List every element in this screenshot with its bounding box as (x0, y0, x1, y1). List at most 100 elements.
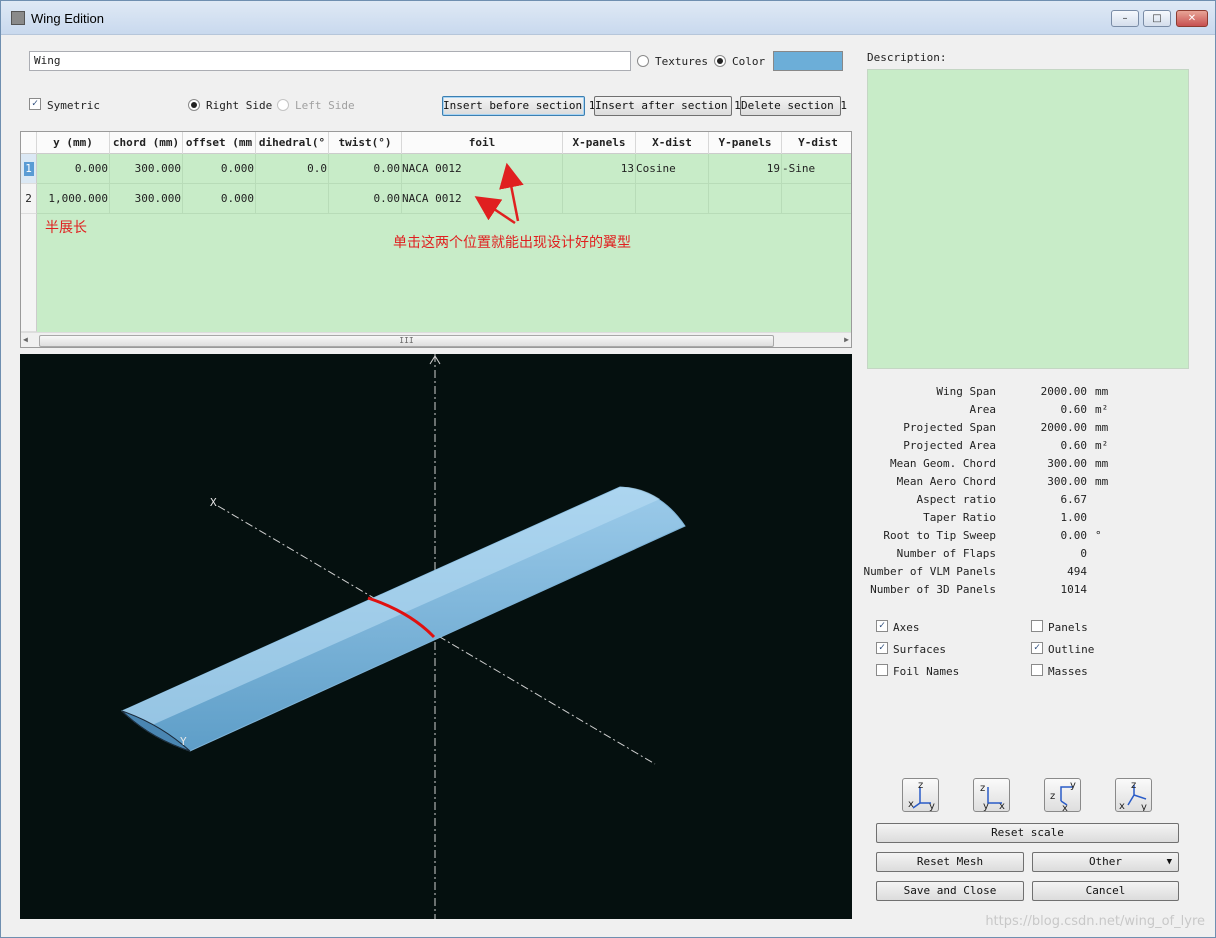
axis-letter: y (1141, 802, 1147, 811)
header-y-dist[interactable]: Y-dist (782, 132, 851, 154)
view-iso-button[interactable]: z x y (902, 778, 939, 812)
header-x-panels[interactable]: X-panels (563, 132, 636, 154)
stat-unit: mm (1095, 475, 1109, 488)
header-corner (21, 132, 37, 154)
right-side-label: Right Side (206, 99, 273, 112)
stat-unit: m² (1095, 439, 1109, 452)
description-textarea[interactable] (867, 69, 1189, 369)
stat-value: 2000.00 (1040, 421, 1087, 434)
stat-label: Root to Tip Sweep (883, 529, 996, 542)
maximize-button[interactable]: □ (1143, 10, 1171, 27)
header-y[interactable]: y (mm) (37, 132, 110, 154)
view-3d-button[interactable]: z x y (1115, 778, 1152, 813)
row-header-2[interactable]: 2 (21, 184, 37, 214)
header-x-dist[interactable]: X-dist (636, 132, 709, 154)
cell-y[interactable]: 1,000.000 (37, 184, 110, 214)
insert-after-button[interactable]: Insert after section 1 (594, 96, 741, 116)
color-radio[interactable] (714, 55, 726, 67)
left-side-label: Left Side (295, 99, 355, 112)
symetric-checkbox[interactable]: ✓ (29, 98, 41, 110)
other-dropdown-button[interactable]: Other ▼ (1032, 852, 1179, 872)
axis-letter: y (929, 801, 935, 811)
axis-letter: z (980, 783, 985, 794)
stat-label: Aspect ratio (916, 493, 996, 506)
cell-chord[interactable]: 300.000 (110, 184, 183, 214)
scroll-left-arrow-icon[interactable]: ◀ (23, 335, 28, 344)
header-twist[interactable]: twist(°) (329, 132, 402, 154)
masses-checkbox[interactable] (1031, 664, 1043, 676)
stat-value: 0.60 (1060, 439, 1088, 452)
stat-value: 1.00 (1060, 511, 1088, 524)
cell-x-panels[interactable] (563, 184, 636, 214)
axes-checkbox[interactable]: ✓ (876, 620, 888, 632)
cell-y-dist[interactable] (782, 184, 851, 214)
stat-value: 6.67 (1060, 493, 1088, 506)
3d-wing-viewer[interactable]: X Y (20, 354, 852, 919)
annotation-click-hint: 单击这两个位置就能出现设计好的翼型 (393, 235, 631, 251)
right-side-radio[interactable] (188, 99, 200, 111)
header-y-panels[interactable]: Y-panels (709, 132, 782, 154)
axes-xyz-icon: z x y (908, 780, 935, 812)
close-button[interactable]: ✕ (1176, 10, 1208, 27)
reset-mesh-button[interactable]: Reset Mesh (876, 852, 1024, 872)
minimize-button[interactable]: – (1111, 10, 1139, 27)
cell-offset[interactable]: 0.000 (183, 184, 256, 214)
annotation-half-span: 半展长 (45, 220, 87, 236)
left-side-radio[interactable] (277, 99, 289, 111)
header-dihedral[interactable]: dihedral(° (256, 132, 329, 154)
textures-radio[interactable] (637, 55, 649, 67)
delete-section-button[interactable]: Delete section 1 (740, 96, 847, 116)
cell-dihedral[interactable] (256, 184, 329, 214)
wing-name-input[interactable]: Wing (29, 51, 631, 71)
cell-y-panels[interactable]: 19 (709, 154, 782, 184)
header-chord[interactable]: chord (mm) (110, 132, 183, 154)
title-bar: Wing Edition – □ ✕ (1, 1, 1215, 35)
dropdown-arrow-icon: ▼ (1166, 857, 1172, 867)
scroll-right-arrow-icon[interactable]: ▶ (844, 335, 849, 344)
table-horizontal-scrollbar[interactable]: ◀ III ▶ (21, 332, 851, 347)
header-offset[interactable]: offset (mm (183, 132, 256, 154)
foil-names-checkbox[interactable] (876, 664, 888, 676)
axis-letter: y (1070, 780, 1076, 791)
header-foil[interactable]: foil (402, 132, 563, 154)
annotation-arrows (474, 162, 524, 225)
stat-value: 1014 (1060, 583, 1088, 596)
panels-checkbox[interactable] (1031, 620, 1043, 632)
axis-letter: x (908, 799, 914, 810)
cell-dihedral[interactable]: 0.0 (256, 154, 329, 184)
save-and-close-button[interactable]: Save and Close (876, 881, 1024, 901)
reset-scale-button[interactable]: Reset scale (876, 823, 1179, 843)
cell-y-dist[interactable]: -Sine (782, 154, 851, 184)
outline-checkbox[interactable]: ✓ (1031, 642, 1043, 654)
axis-letter: z (918, 780, 923, 791)
stat-label: Area (969, 403, 997, 416)
cell-chord[interactable]: 300.000 (110, 154, 183, 184)
color-swatch-button[interactable] (773, 51, 843, 71)
cell-y-panels[interactable] (709, 184, 782, 214)
scrollbar-thumb[interactable]: III (39, 335, 774, 347)
stat-label: Number of VLM Panels (863, 565, 996, 578)
cell-twist[interactable]: 0.00 (329, 154, 402, 184)
view-front-button[interactable]: z y x (973, 778, 1010, 812)
cell-y[interactable]: 0.000 (37, 154, 110, 184)
insert-before-button[interactable]: Insert before section 1 (442, 96, 595, 116)
description-label: Description: (867, 51, 947, 64)
window-title: Wing Edition (31, 11, 104, 26)
other-label: Other (1088, 855, 1123, 868)
axis-letter: y (983, 801, 989, 811)
axis-letter: x (1062, 803, 1068, 811)
cell-x-dist[interactable] (636, 184, 709, 214)
wing-3d-render: X Y (121, 354, 686, 919)
cell-twist[interactable]: 0.00 (329, 184, 402, 214)
textures-label: Textures (655, 55, 708, 68)
view-side-button[interactable]: y z x (1044, 778, 1081, 814)
surfaces-checkbox[interactable]: ✓ (876, 642, 888, 654)
axes-yzx-icon: y z x (1050, 780, 1076, 814)
cancel-button[interactable]: Cancel (1032, 881, 1179, 901)
color-label: Color (732, 55, 766, 68)
row-header-1[interactable]: 1 (21, 154, 37, 184)
cell-offset[interactable]: 0.000 (183, 154, 256, 184)
stat-unit: mm (1095, 421, 1109, 434)
cell-x-panels[interactable]: 13 (563, 154, 636, 184)
cell-x-dist[interactable]: Cosine (636, 154, 709, 184)
